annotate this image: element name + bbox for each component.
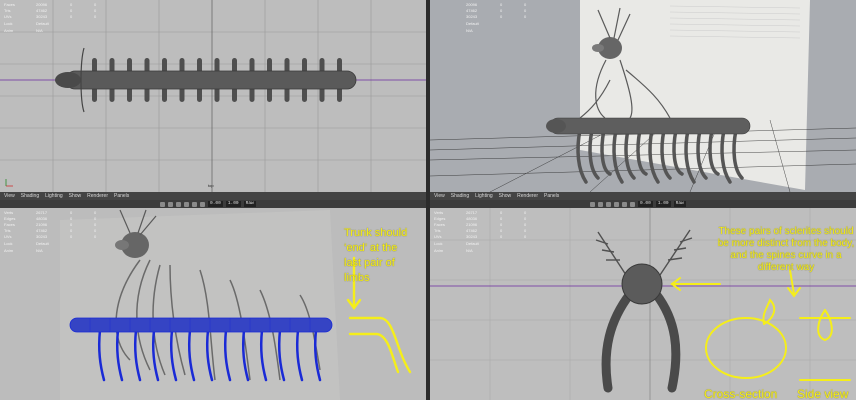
trunk-body-top	[65, 70, 357, 90]
menu-item[interactable]: Panels	[114, 192, 129, 200]
hud-stats: Faces 20096 0 0 Tris 47462 0 0 UVs 30243 0 0 Lock Def…	[4, 2, 118, 34]
annotation-sclerite-note: These pairs of sclerites should be more …	[717, 226, 855, 273]
exposure-field[interactable]: 0.00	[208, 201, 223, 207]
menu-item[interactable]: Show	[69, 192, 82, 200]
menu-item[interactable]: Shading	[21, 192, 39, 200]
colorspace-select[interactable]: Raw	[243, 201, 256, 207]
exposure-field[interactable]: 0.00	[638, 201, 653, 207]
hud-meta-label: Lock	[4, 21, 13, 26]
hud-meta-row: Anim N/A	[4, 248, 118, 254]
gamma-field[interactable]: 1.00	[225, 201, 241, 207]
limb-pair-front	[601, 289, 681, 393]
hud-meta-label: Lock	[4, 241, 13, 246]
menu-item[interactable]: Renderer	[517, 192, 538, 200]
hud-row: UVs 30243 0 0	[4, 14, 118, 20]
menu-item[interactable]: Panels	[544, 192, 559, 200]
hud-meta-row: Default	[434, 21, 548, 27]
menu-item[interactable]: Lighting	[45, 192, 63, 200]
hud-b: 0	[94, 14, 97, 19]
toolbar-icon[interactable]	[598, 201, 603, 207]
hud-label: UVs	[4, 14, 12, 19]
viewport-top-left[interactable]: top Faces 20096 0 0 Tris 47462 0 0 UVs 30243 0 0 Loc…	[0, 0, 426, 192]
wireframe-trunk	[69, 317, 333, 333]
hud-b: 0	[94, 234, 97, 239]
hud-meta-row: Lock Default	[4, 241, 118, 247]
menu-item[interactable]: Lighting	[475, 192, 493, 200]
toolbar-icon[interactable]	[614, 201, 619, 207]
hud-meta-value: Default	[466, 241, 479, 246]
hud-label: UVs	[4, 234, 12, 239]
panel-menu-bar: View Shading Lighting Show Renderer Panels	[0, 192, 426, 200]
hud-meta-row: Anim N/A	[434, 248, 548, 254]
hud-value: 30243	[36, 14, 48, 19]
toolbar-icon[interactable]	[630, 201, 635, 207]
hud-meta-value: N/A	[36, 248, 43, 253]
menu-item[interactable]: Show	[499, 192, 512, 200]
hud-meta-label: Anim	[4, 28, 14, 33]
toolbar-icon[interactable]	[590, 201, 595, 207]
head-top	[55, 72, 81, 88]
hud-b: 0	[524, 14, 527, 19]
gamma-field[interactable]: 1.00	[655, 201, 671, 207]
side-view-label: Side view	[797, 387, 849, 400]
hud-meta-value: Default	[36, 21, 49, 26]
toolbar-icon[interactable]	[200, 201, 205, 207]
annotation-sclerite-sketches	[670, 269, 851, 381]
hud-meta-label: Lock	[434, 241, 443, 246]
colorspace-select[interactable]: Raw	[673, 201, 686, 207]
hud-stats: Verts 26717 0 0 Edges 48036 0 0 Faces 21096 0 0 Tris…	[434, 210, 548, 254]
menu-item[interactable]: View	[4, 192, 15, 200]
hud-meta-row: Anim N/A	[4, 28, 118, 34]
hud-meta-row: N/A	[434, 28, 548, 34]
camera-label: top	[208, 183, 214, 188]
hud-meta-value: Default	[466, 21, 479, 26]
viewport-perspective-top-right[interactable]: 20096 0 0 47462 0 0 30243 0 0 Default N/A	[430, 0, 856, 192]
viewport-toolbar: 0.00 1.00 Raw	[0, 200, 426, 208]
hud-meta-row: Lock Default	[434, 241, 548, 247]
hud-meta-label: Anim	[4, 248, 14, 253]
menu-item[interactable]: View	[434, 192, 445, 200]
menu-item[interactable]: Shading	[451, 192, 469, 200]
toolbar-icon[interactable]	[606, 201, 611, 207]
hud-row: UVs 30243 0 0	[434, 234, 548, 240]
hud-stats: Verts 26717 0 0 Edges 48036 0 0 Faces 21096 0 0 Tris…	[4, 210, 118, 254]
hud-meta-value: N/A	[36, 28, 43, 33]
hud-a: 0	[70, 14, 73, 19]
menu-item[interactable]: Renderer	[87, 192, 108, 200]
hud-meta-row: Lock Default	[4, 21, 118, 27]
panel-menu-bar: View Shading Lighting Show Renderer Panels	[430, 192, 856, 200]
hud-label: UVs	[434, 234, 442, 239]
toolbar-icon[interactable]	[168, 201, 173, 207]
axis-gizmo	[5, 179, 13, 187]
toolbar-icon[interactable]	[160, 201, 165, 207]
toolbar-icon[interactable]	[622, 201, 627, 207]
hud-meta-value: N/A	[466, 248, 473, 253]
toolbar-icon[interactable]	[184, 201, 189, 207]
hud-meta-value: N/A	[466, 28, 473, 33]
hud-value: 30243	[36, 234, 48, 239]
hud-a: 0	[500, 14, 503, 19]
hud-row: 30243 0 0	[434, 14, 548, 20]
cross-section-label: Cross-section	[704, 387, 778, 400]
hud-meta-label: Anim	[434, 248, 444, 253]
hud-meta-label	[434, 28, 466, 34]
hud-row: UVs 30243 0 0	[4, 234, 118, 240]
hud-label	[434, 14, 466, 20]
hud-a: 0	[70, 234, 73, 239]
trunk-body-persp	[549, 117, 751, 135]
cross-section-body	[621, 263, 663, 305]
annotation-trunk-note: Trunk should ‘end’ at the last pair of l…	[344, 227, 408, 284]
toolbar-icon[interactable]	[176, 201, 181, 207]
toolbar-icon[interactable]	[192, 201, 197, 207]
hud-meta-value: Default	[36, 241, 49, 246]
hud-value: 30243	[466, 234, 478, 239]
hud-stats: 20096 0 0 47462 0 0 30243 0 0 Default N/A	[434, 2, 548, 34]
hud-value: 30243	[466, 14, 478, 19]
viewport-toolbar: 0.00 1.00 Raw	[430, 200, 856, 208]
hud-b: 0	[524, 234, 527, 239]
hud-meta-label	[434, 21, 466, 27]
hud-a: 0	[500, 234, 503, 239]
